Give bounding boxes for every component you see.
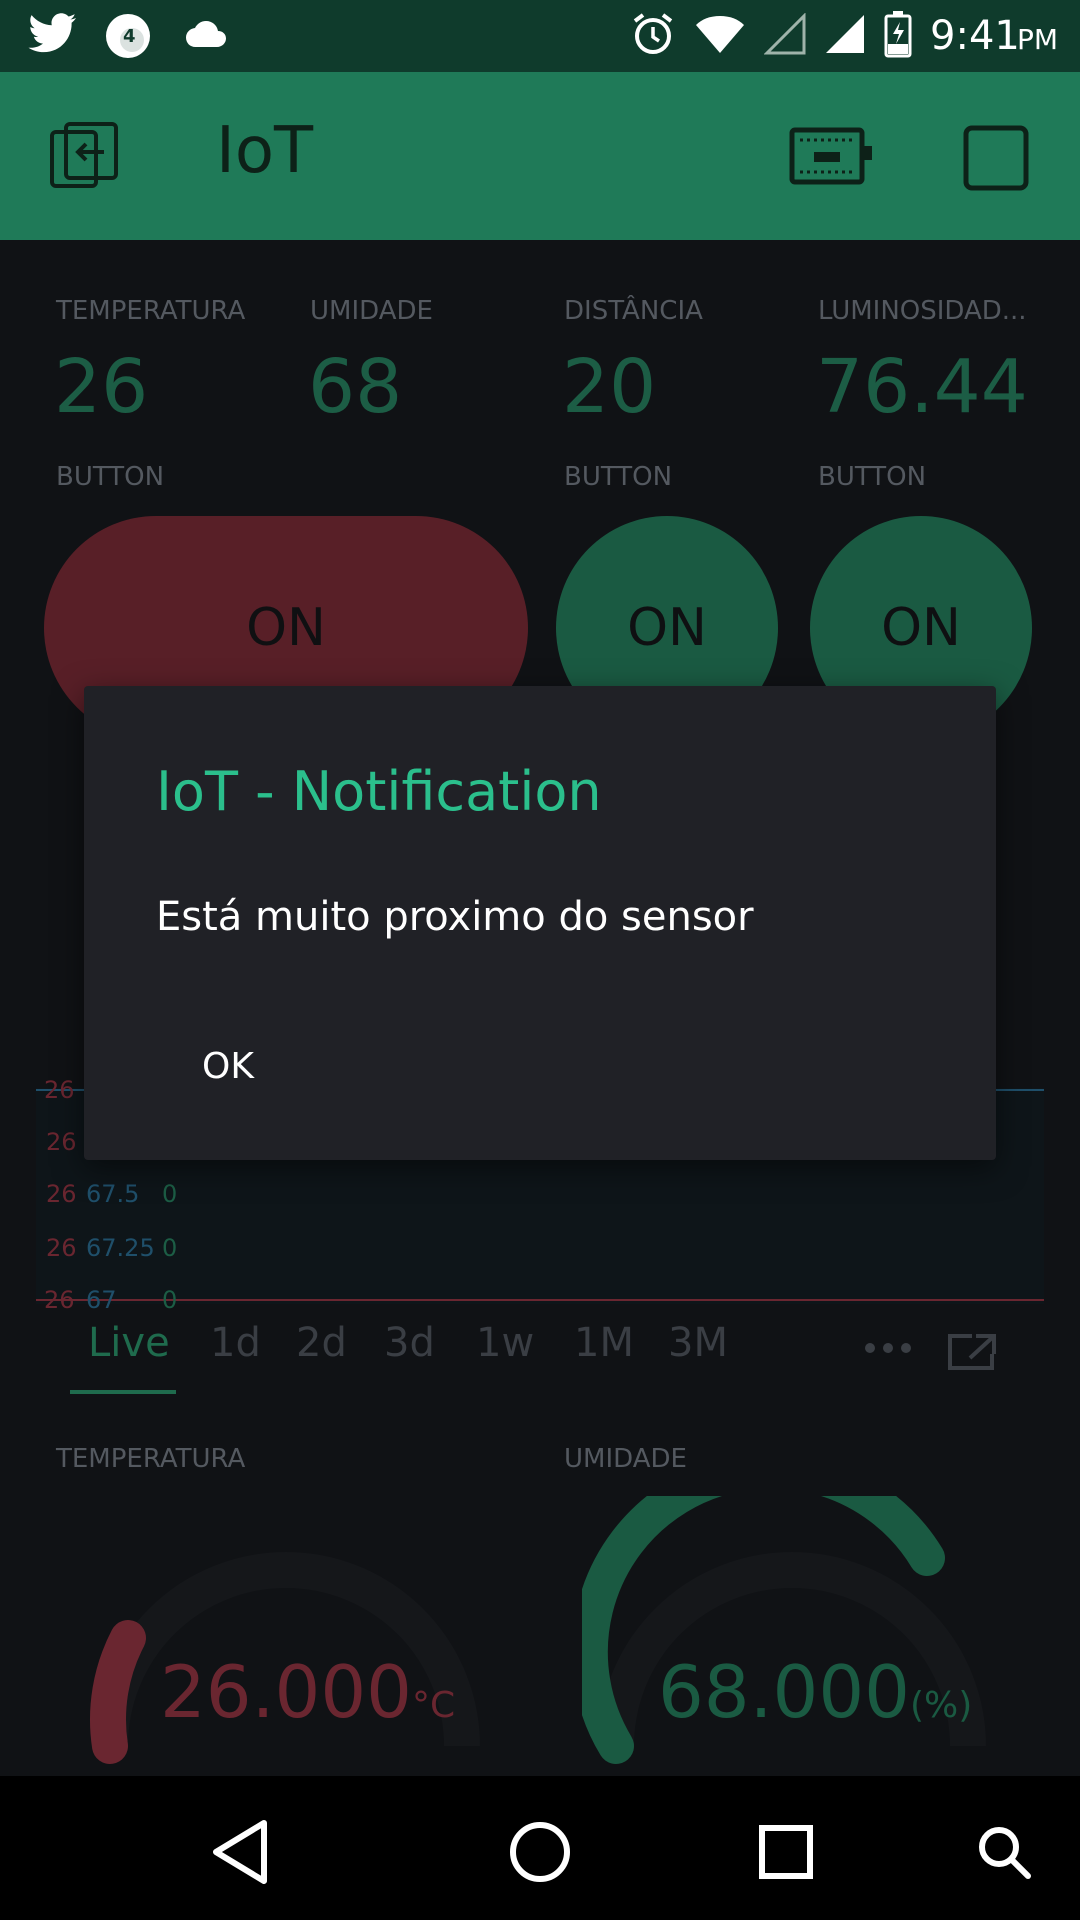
widget-value-umidade: 68: [308, 344, 403, 430]
dialog-title: IoT - Notification: [156, 760, 602, 823]
dialog-ok-button[interactable]: OK: [202, 1046, 254, 1087]
gauge-temperatura: [90, 1552, 480, 1764]
chart-tick-red-2: 26: [46, 1128, 77, 1156]
gauge-umidade: [582, 1496, 986, 1764]
gauge-number-temperatura: 26.000: [160, 1650, 412, 1734]
notification-dialog: IoT - Notification Está muito proximo do…: [84, 686, 996, 1160]
tab-1m[interactable]: 1M: [574, 1320, 634, 1366]
dialog-message: Está muito proximo do sensor: [156, 894, 754, 940]
clock-ampm: PM: [1016, 23, 1058, 56]
square-icon[interactable]: [962, 124, 1030, 196]
status-bar: 4 9:41 PM: [0, 0, 1080, 72]
status-right-icons: 9:41 PM: [630, 8, 1058, 64]
chart-tick-blue-2: 67.25: [86, 1234, 155, 1262]
signal-icon: [824, 13, 866, 59]
chart-tick-red-4: 26: [46, 1234, 77, 1262]
twitter-icon: [28, 13, 78, 59]
gauge-label-temperatura: TEMPERATURA: [56, 1444, 246, 1474]
widget-label-luminosidade: LUMINOSIDAD...: [818, 296, 1027, 326]
screen: 4 9:41 PM IoT TEMPERATURA 26 UMIDADE 68 …: [0, 0, 1080, 1920]
wifi-icon: [694, 13, 746, 59]
chart-tick-blue-1: 67.5: [86, 1180, 140, 1208]
gauge-number-umidade: 68.000: [658, 1650, 910, 1734]
tab-2d[interactable]: 2d: [296, 1320, 347, 1366]
tab-live[interactable]: Live: [88, 1320, 170, 1366]
exit-icon[interactable]: [48, 122, 120, 194]
search-icon[interactable]: [964, 1812, 1044, 1892]
gauge-unit-temperatura: °C: [411, 1685, 456, 1726]
alarm-icon: [630, 11, 676, 61]
gauge-value-umidade: 68.000(%): [658, 1650, 972, 1734]
status-left-icons: 4: [28, 10, 228, 62]
notification-count-icon: 4: [104, 12, 152, 60]
button-label-3: BUTTON: [818, 462, 927, 492]
button-label-1: BUTTON: [56, 462, 165, 492]
widget-value-luminosidade: 76.44: [816, 344, 1028, 430]
navigation-bar: [0, 1776, 1080, 1920]
gauge-label-umidade: UMIDADE: [564, 1444, 687, 1474]
cloud-icon: [178, 17, 228, 55]
tab-live-underline: [70, 1390, 176, 1394]
fullscreen-icon[interactable]: [946, 1332, 998, 1376]
tab-1d[interactable]: 1d: [210, 1320, 261, 1366]
device-icon[interactable]: [788, 126, 874, 190]
chart-tick-green-1: 0: [162, 1180, 178, 1208]
widget-label-umidade: UMIDADE: [310, 296, 433, 326]
chart-tick-red-3: 26: [46, 1180, 77, 1208]
widget-value-temperatura: 26: [54, 344, 149, 430]
battery-charging-icon: [884, 10, 912, 62]
home-icon[interactable]: [500, 1812, 580, 1892]
chart-tick-green-3: 0: [162, 1286, 178, 1314]
tab-3d[interactable]: 3d: [384, 1320, 435, 1366]
tab-3m[interactable]: 3M: [668, 1320, 728, 1366]
widget-value-distancia: 20: [562, 344, 657, 430]
chart-tick-green-2: 0: [162, 1234, 178, 1262]
notification-count: 4: [123, 26, 136, 47]
widget-label-temperatura: TEMPERATURA: [56, 296, 246, 326]
signal-empty-icon: [763, 12, 806, 59]
gauge-unit-umidade: (%): [909, 1685, 973, 1726]
button-label-2: BUTTON: [564, 462, 673, 492]
widget-label-distancia: DISTÂNCIA: [564, 296, 703, 326]
app-bar: IoT: [0, 72, 1080, 240]
back-icon[interactable]: [200, 1812, 280, 1892]
clock-time: 9:41: [930, 13, 1020, 59]
gauge-value-temperatura: 26.000°C: [160, 1650, 455, 1734]
more-options-icon[interactable]: [864, 1340, 912, 1359]
app-title: IoT: [216, 114, 314, 188]
recents-icon[interactable]: [746, 1812, 826, 1892]
chart-tick-red-5: 26: [44, 1286, 75, 1314]
chart-tick-blue-3: 67: [86, 1286, 117, 1314]
tab-1w[interactable]: 1w: [476, 1320, 534, 1366]
chart-tick-red-1: 26: [44, 1076, 75, 1104]
